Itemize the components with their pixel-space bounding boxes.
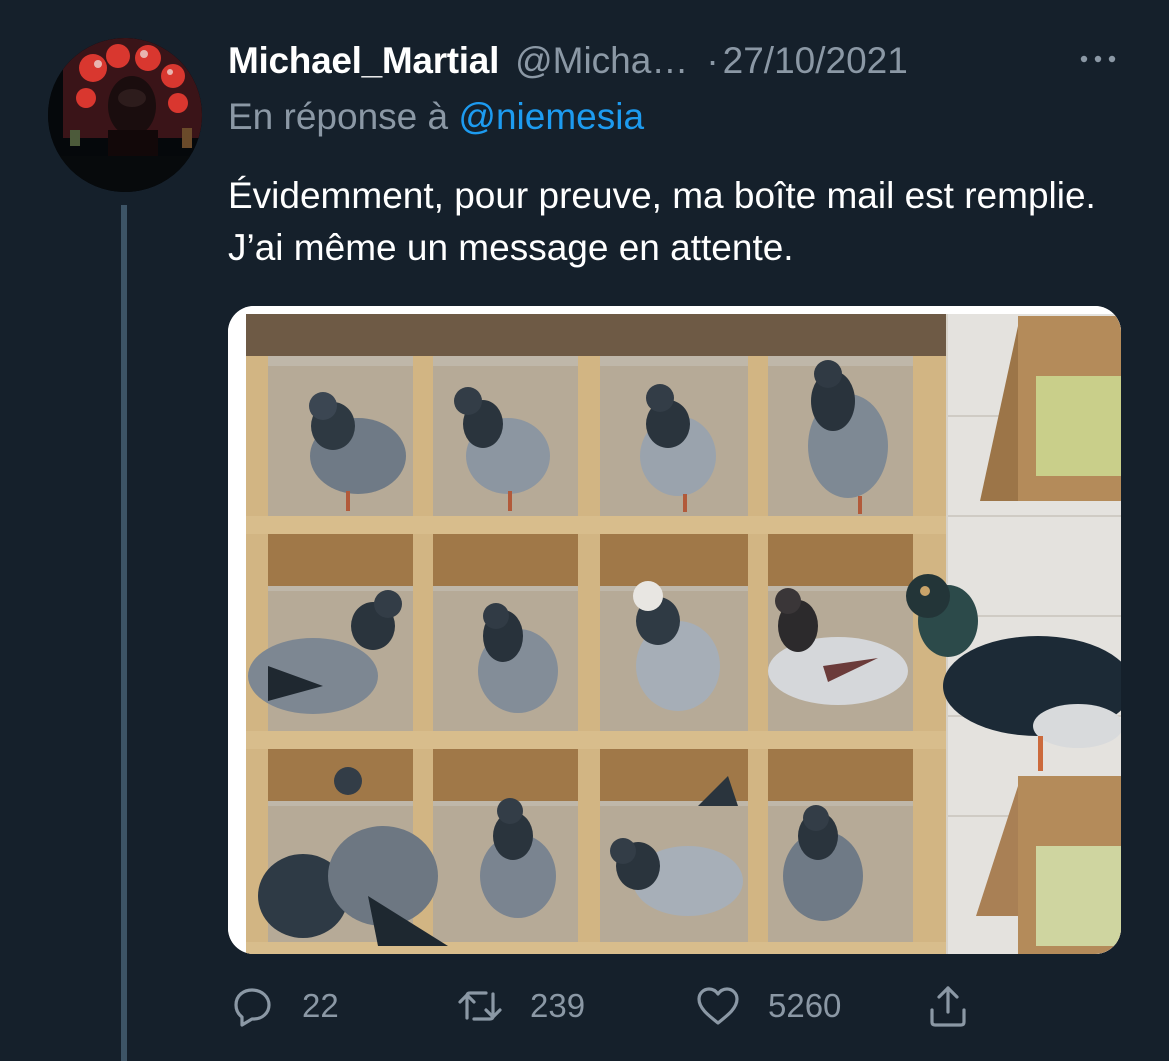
thread-line [121,205,127,1061]
like-action[interactable]: 5260 [694,975,841,1037]
tweet[interactable]: Michael_Martial @Micha… · 27/10/2021 En … [0,0,1169,1061]
author-handle[interactable]: @Micha… [515,40,688,82]
share-action[interactable] [924,975,972,1037]
reply-mention-link[interactable]: @niemesia [458,96,644,137]
tweet-date[interactable]: 27/10/2021 [723,40,908,82]
avatar-image [48,38,202,192]
avatar[interactable] [48,38,202,192]
tweet-media[interactable] [228,306,1121,954]
author-name[interactable]: Michael_Martial [228,40,499,82]
reply-icon[interactable] [228,982,276,1030]
retweet-icon[interactable] [456,982,504,1030]
more-options-icon[interactable] [1078,44,1118,74]
pigeons-photo [228,306,1121,954]
reply-prefix: En réponse à [228,96,449,137]
reply-count: 22 [302,987,339,1024]
tweet-actions: 22 239 5260 [228,975,988,1037]
retweet-count: 239 [530,987,586,1024]
like-count: 5260 [768,987,842,1024]
tweet-text: Évidemment, pour preuve, ma boîte mail e… [228,175,1096,268]
tweet-header: Michael_Martial @Micha… · 27/10/2021 [228,36,1148,86]
share-icon[interactable] [924,982,972,1030]
retweet-action[interactable]: 239 [456,975,585,1037]
reply-context: En réponse à @niemesia [228,96,644,138]
heart-icon[interactable] [694,982,742,1030]
separator-dot: · [706,40,719,81]
reply-action[interactable]: 22 [228,975,339,1037]
